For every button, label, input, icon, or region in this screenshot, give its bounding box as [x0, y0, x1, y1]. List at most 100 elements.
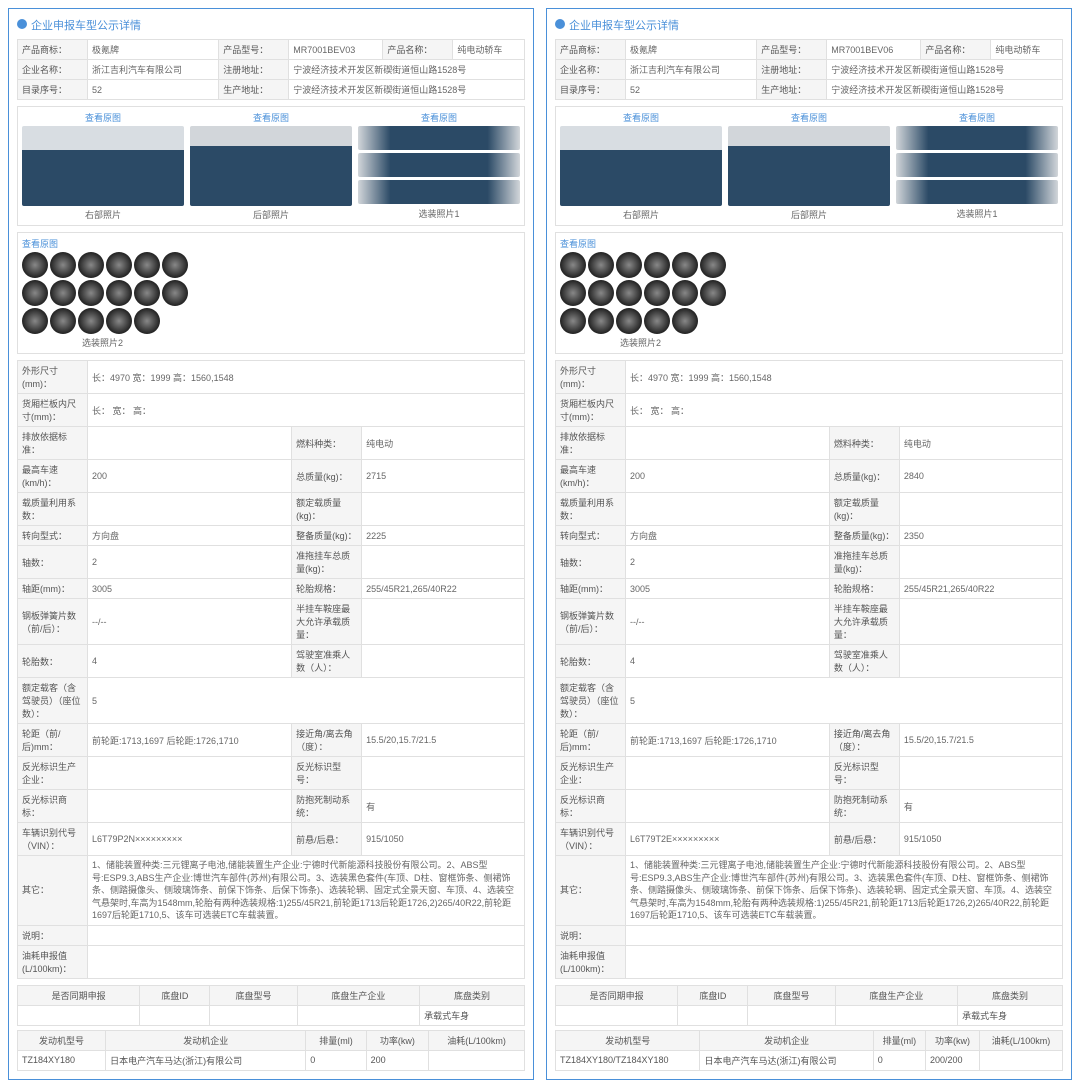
car-strip-photo [358, 180, 520, 204]
label-overhang: 前悬/后悬： [292, 823, 362, 856]
wheel-option-icon [588, 308, 614, 334]
wheel-option-icon [560, 308, 586, 334]
caption-side: 右部照片 [22, 208, 184, 221]
label-tirespec: 轮胎规格： [829, 579, 899, 599]
label-angles: 接近角/离去角（度）： [292, 724, 362, 757]
value-ratedseats: 5 [626, 678, 1063, 724]
label-cabseats: 驾驶室准乘人数（人）： [829, 645, 899, 678]
view-original-link[interactable]: 查看原图 [22, 111, 184, 124]
label-company: 企业名称： [556, 60, 626, 80]
car-strip-photo [896, 126, 1058, 150]
th-chassismfr: 底盘生产企业 [297, 985, 419, 1005]
wheel-option-icon [106, 252, 132, 278]
label-reflmfr: 反光标识生产企业： [18, 757, 88, 790]
value-springs: --/-- [88, 599, 292, 645]
chassis-table: 是否同期申报 底盘ID 底盘型号 底盘生产企业 底盘类别 承载式车身 [17, 985, 525, 1026]
value-emission [626, 427, 830, 460]
label-saddle: 半挂车鞍座最大允许承载质量： [292, 599, 362, 645]
value-disp: 0 [873, 1050, 925, 1070]
value-brand: 极氪牌 [88, 40, 219, 60]
wheel-options-grid [560, 252, 740, 334]
caption-side: 右部照片 [560, 208, 722, 221]
wheel-option-icon [700, 280, 726, 306]
table-row: 承载式车身 [556, 1005, 1063, 1025]
label-angles: 接近角/离去角（度）： [829, 724, 899, 757]
th-chassismodel: 底盘型号 [210, 985, 297, 1005]
table-row: 承载式车身 [18, 1005, 525, 1025]
view-original-link[interactable]: 查看原图 [560, 237, 1058, 250]
wheel-option-icon [78, 280, 104, 306]
th-disp: 排量(ml) [306, 1030, 366, 1050]
label-ratedload: 额定载质量(kg)： [829, 493, 899, 526]
label-prodaddr: 生产地址： [757, 80, 827, 100]
chassis-table: 是否同期申报 底盘ID 底盘型号 底盘生产企业 底盘类别 承载式车身 [555, 985, 1063, 1026]
view-original-link[interactable]: 查看原图 [896, 111, 1058, 124]
label-brand: 产品商标： [18, 40, 88, 60]
label-emission: 排放依据标准： [556, 427, 626, 460]
wheel-option-icon [672, 280, 698, 306]
wheel-option-icon [22, 252, 48, 278]
caption-rear: 后部照片 [190, 208, 352, 221]
car-strip-photo [358, 126, 520, 150]
view-original-link[interactable]: 查看原图 [358, 111, 520, 124]
wheel-option-icon [616, 280, 642, 306]
value-tirespec: 255/45R21,265/40R22 [362, 579, 525, 599]
details-spec-table: 外形尺寸(mm)：长：4970 宽：1999 高：1560,1548 货厢栏板内… [17, 360, 525, 979]
view-original-link[interactable]: 查看原图 [22, 237, 520, 250]
value-fuel: 纯电动 [362, 427, 525, 460]
wheel-option-icon [672, 252, 698, 278]
value-springs: --/-- [626, 599, 830, 645]
th-sameperiod: 是否同期申报 [18, 985, 140, 1005]
label-emission: 排放依据标准： [18, 427, 88, 460]
value-fueldecl [88, 945, 525, 978]
label-springs: 钢板弹簧片数（前/后）： [556, 599, 626, 645]
value-trailer [362, 546, 525, 579]
label-regaddr: 注册地址： [219, 60, 289, 80]
value-wheelbase: 3005 [626, 579, 830, 599]
value-prodaddr: 宁波经济技术开发区新碶街道恒山路1528号 [289, 80, 525, 100]
wheel-option-icon [588, 280, 614, 306]
car-strip-photo [896, 153, 1058, 177]
wheel-option-icon [50, 252, 76, 278]
wheel-option-icon [134, 280, 160, 306]
car-strip-photo [358, 153, 520, 177]
value-company: 浙江吉利汽车有限公司 [88, 60, 219, 80]
header-spec-table: 产品商标： 极氪牌 产品型号： MR7001BEV03 产品名称： 纯电动轿车 … [17, 39, 525, 100]
value-enginemfr: 日本电产汽车马达(浙江)有限公司 [106, 1050, 306, 1070]
value-ratedseats: 5 [88, 678, 525, 724]
th-chassisid: 底盘ID [678, 985, 748, 1005]
wheel-option-icon [22, 280, 48, 306]
label-vin: 车辆识别代号（VIN）： [556, 823, 626, 856]
wheel-option-icon [106, 308, 132, 334]
value-abs: 有 [899, 790, 1062, 823]
th-enginemfr: 发动机企业 [106, 1030, 306, 1050]
view-original-link[interactable]: 查看原图 [190, 111, 352, 124]
value-power: 200/200 [925, 1050, 979, 1070]
label-prodaddr: 生产地址： [219, 80, 289, 100]
value-dims: 长：4970 宽：1999 高：1560,1548 [88, 361, 525, 394]
label-fuel: 燃料种类： [292, 427, 362, 460]
value-track: 前轮距:1713,1697 后轮距:1726,1710 [626, 724, 830, 757]
value-tirecount: 4 [88, 645, 292, 678]
wheel-option-icon [644, 280, 670, 306]
value-catalog: 52 [88, 80, 219, 100]
wheel-options-grid [22, 252, 202, 334]
view-original-link[interactable]: 查看原图 [728, 111, 890, 124]
label-trailer: 准拖挂车总质量(kg)： [292, 546, 362, 579]
label-steering: 转向型式： [556, 526, 626, 546]
value-abs: 有 [362, 790, 525, 823]
panel-left: 企业申报车型公示详情 产品商标： 极氪牌 产品型号： MR7001BEV03 产… [8, 8, 534, 1080]
value-refltm [626, 790, 830, 823]
wheel-option-icon [106, 280, 132, 306]
label-springs: 钢板弹簧片数（前/后）： [18, 599, 88, 645]
value-axles: 2 [626, 546, 830, 579]
label-company: 企业名称： [18, 60, 88, 80]
view-original-link[interactable]: 查看原图 [560, 111, 722, 124]
value-axles: 2 [88, 546, 292, 579]
value-fuelcons [429, 1050, 525, 1070]
label-dims: 外形尺寸(mm)： [556, 361, 626, 394]
label-axles: 轴数： [556, 546, 626, 579]
car-rear-photo [728, 126, 890, 206]
photo-section-2: 查看原图 选装照片2 [555, 232, 1063, 354]
wheel-option-icon [616, 308, 642, 334]
